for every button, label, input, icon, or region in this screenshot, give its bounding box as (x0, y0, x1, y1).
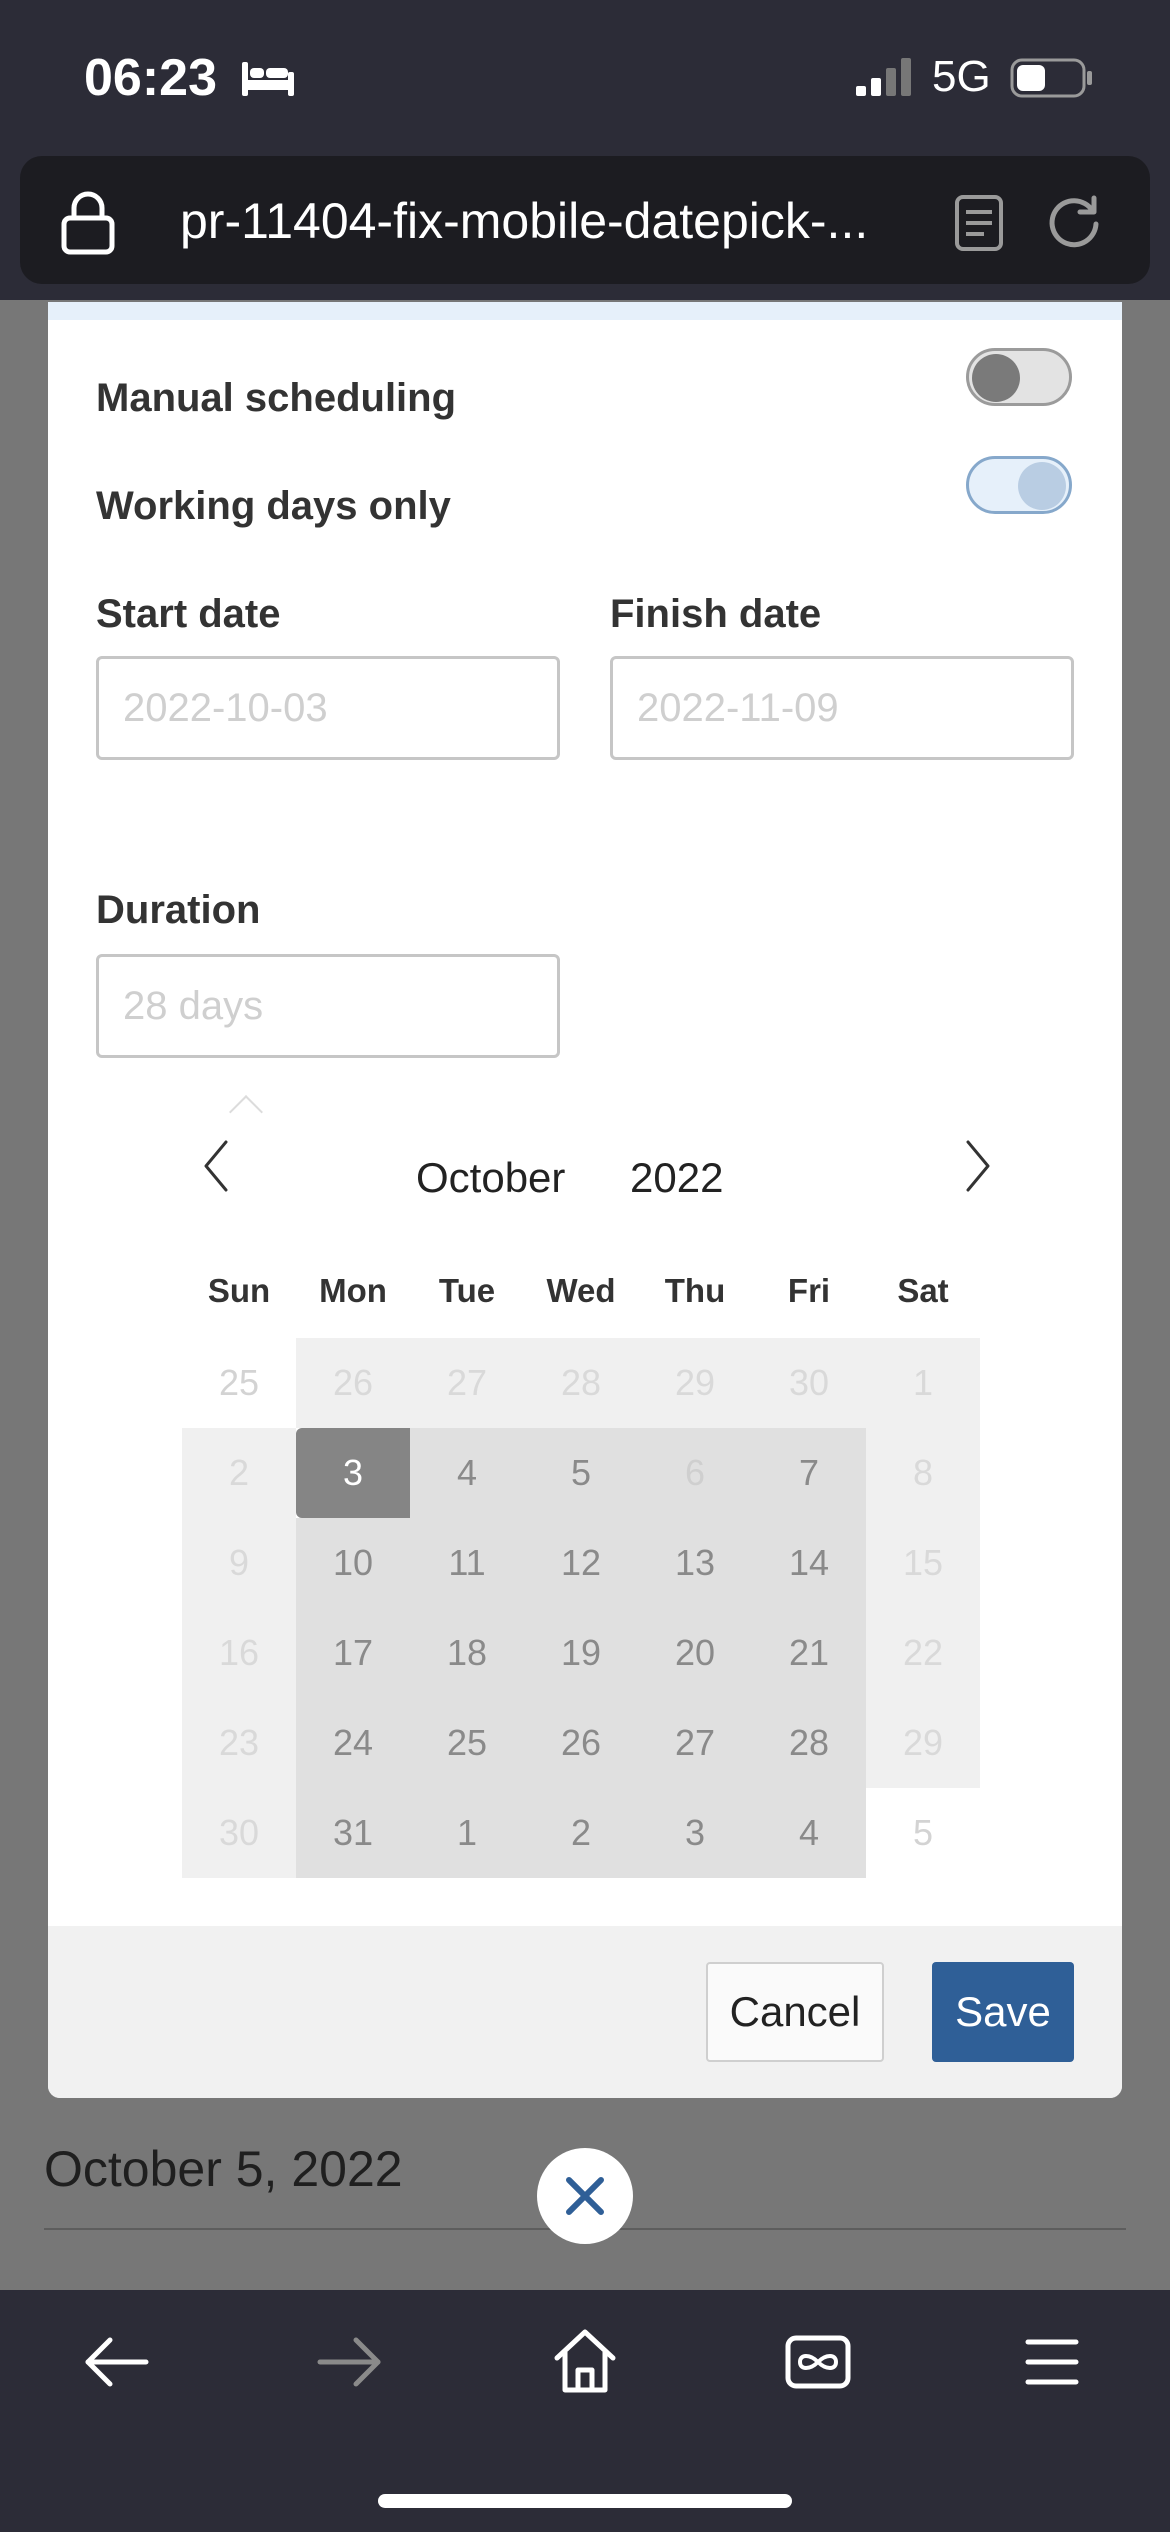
manual-scheduling-toggle[interactable] (966, 348, 1072, 406)
start-date-input[interactable] (96, 656, 560, 760)
duration-label: Duration (96, 888, 261, 932)
close-button[interactable] (537, 2148, 633, 2244)
working-days-only-toggle[interactable] (966, 456, 1072, 514)
battery-icon (1010, 58, 1092, 98)
calendar-day[interactable]: 28 (524, 1338, 638, 1428)
calendar-day[interactable]: 9 (182, 1518, 296, 1608)
calendar-day[interactable]: 27 (410, 1338, 524, 1428)
calendar-month[interactable]: October (416, 1154, 565, 1202)
network-type: 5G (932, 52, 991, 101)
calendar-day[interactable]: 15 (866, 1518, 980, 1608)
tabs-icon[interactable] (768, 2312, 868, 2412)
weekday-header-sat: Sat (897, 1272, 949, 1309)
calendar-day[interactable]: 29 (638, 1338, 752, 1428)
calendar-day[interactable]: 23 (182, 1698, 296, 1788)
bed-icon (242, 62, 294, 96)
calendar-day[interactable]: 8 (866, 1428, 980, 1518)
manual-scheduling-label: Manual scheduling (96, 376, 457, 420)
url-text[interactable]: pr-11404-fix-mobile-datepick-... (180, 192, 920, 250)
finish-date-input[interactable] (610, 656, 1074, 760)
calendar-day[interactable]: 30 (752, 1338, 866, 1428)
back-arrow-icon[interactable] (66, 2312, 166, 2412)
calendar-day[interactable]: 11 (410, 1518, 524, 1608)
calendar-day[interactable]: 20 (638, 1608, 752, 1698)
weekday-header-fri: Fri (787, 1272, 831, 1309)
calendar-day[interactable]: 25 (182, 1338, 296, 1428)
calendar-day[interactable]: 5 (866, 1788, 980, 1878)
calendar-day[interactable]: 24 (296, 1698, 410, 1788)
calendar-day[interactable]: 5 (524, 1428, 638, 1518)
calendar-day[interactable]: 3 (638, 1788, 752, 1878)
chevron-left-icon[interactable] (188, 1126, 248, 1206)
calendar-day[interactable]: 13 (638, 1518, 752, 1608)
weekday-header-mon: Mon (319, 1272, 387, 1309)
finish-date-label: Finish date (610, 592, 822, 636)
working-days-only-label: Working days only (96, 484, 451, 528)
status-time: 06:23 (84, 49, 217, 107)
modal-top-strip (48, 302, 1122, 320)
calendar-day[interactable]: 17 (296, 1608, 410, 1698)
start-date-label: Start date (96, 592, 281, 636)
calendar-day[interactable]: 2 (524, 1788, 638, 1878)
menu-icon[interactable] (1002, 2312, 1102, 2412)
calendar-day[interactable]: 1 (866, 1338, 980, 1428)
datepicker-caret (229, 1095, 263, 1129)
calendar-day[interactable]: 26 (524, 1698, 638, 1788)
toggle-knob (972, 354, 1020, 402)
signal-icon (856, 58, 911, 96)
weekday-header-wed: Wed (546, 1272, 616, 1309)
close-icon (566, 2177, 604, 2215)
calendar-day[interactable]: 12 (524, 1518, 638, 1608)
home-indicator (378, 2494, 792, 2508)
background-date-text: October 5, 2022 (44, 2141, 403, 2197)
calendar-day[interactable]: 30 (182, 1788, 296, 1878)
calendar-day[interactable]: 10 (296, 1518, 410, 1608)
reload-icon[interactable] (1044, 192, 1104, 252)
forward-arrow-icon[interactable] (300, 2312, 400, 2412)
calendar-day[interactable]: 1 (410, 1788, 524, 1878)
calendar-day[interactable]: 22 (866, 1608, 980, 1698)
chevron-right-icon[interactable] (946, 1126, 1006, 1206)
calendar-year[interactable]: 2022 (630, 1154, 723, 1202)
calendar-day[interactable]: 4 (410, 1428, 524, 1518)
lock-icon (61, 191, 115, 255)
calendar-day[interactable]: 16 (182, 1608, 296, 1698)
calendar-day[interactable]: 6 (638, 1428, 752, 1518)
calendar-day[interactable]: 18 (410, 1608, 524, 1698)
reader-icon[interactable] (954, 194, 1004, 252)
calendar-grid: 25 26 27 28 29 30 1 2 3 4 5 6 7 8 9 10 11 12 13 14 15 16 17 18 1… (182, 1338, 982, 1878)
toggle-knob (1018, 462, 1066, 510)
calendar-day[interactable]: 19 (524, 1608, 638, 1698)
save-button[interactable]: Save (932, 1962, 1074, 2062)
calendar-day[interactable]: 27 (638, 1698, 752, 1788)
calendar-day[interactable]: 21 (752, 1608, 866, 1698)
calendar-day[interactable]: 7 (752, 1428, 866, 1518)
calendar-day[interactable]: 2 (182, 1428, 296, 1518)
calendar-day[interactable]: 31 (296, 1788, 410, 1878)
modal-footer: Cancel Save (48, 1926, 1122, 2098)
weekday-header-thu: Thu (664, 1272, 726, 1309)
calendar-day[interactable]: 28 (752, 1698, 866, 1788)
calendar-day[interactable]: 4 (752, 1788, 866, 1878)
cancel-button[interactable]: Cancel (706, 1962, 884, 2062)
weekday-header-sun: Sun (207, 1272, 271, 1309)
calendar-day-selected[interactable]: 3 (296, 1428, 410, 1518)
calendar-day[interactable]: 29 (866, 1698, 980, 1788)
calendar-day[interactable]: 26 (296, 1338, 410, 1428)
home-icon[interactable] (535, 2312, 635, 2412)
duration-input[interactable] (96, 954, 560, 1058)
calendar-day[interactable]: 14 (752, 1518, 866, 1608)
schedule-modal: Manual scheduling Working days only Star… (48, 302, 1122, 2098)
calendar-day[interactable]: 25 (410, 1698, 524, 1788)
weekday-header-tue: Tue (438, 1272, 496, 1309)
